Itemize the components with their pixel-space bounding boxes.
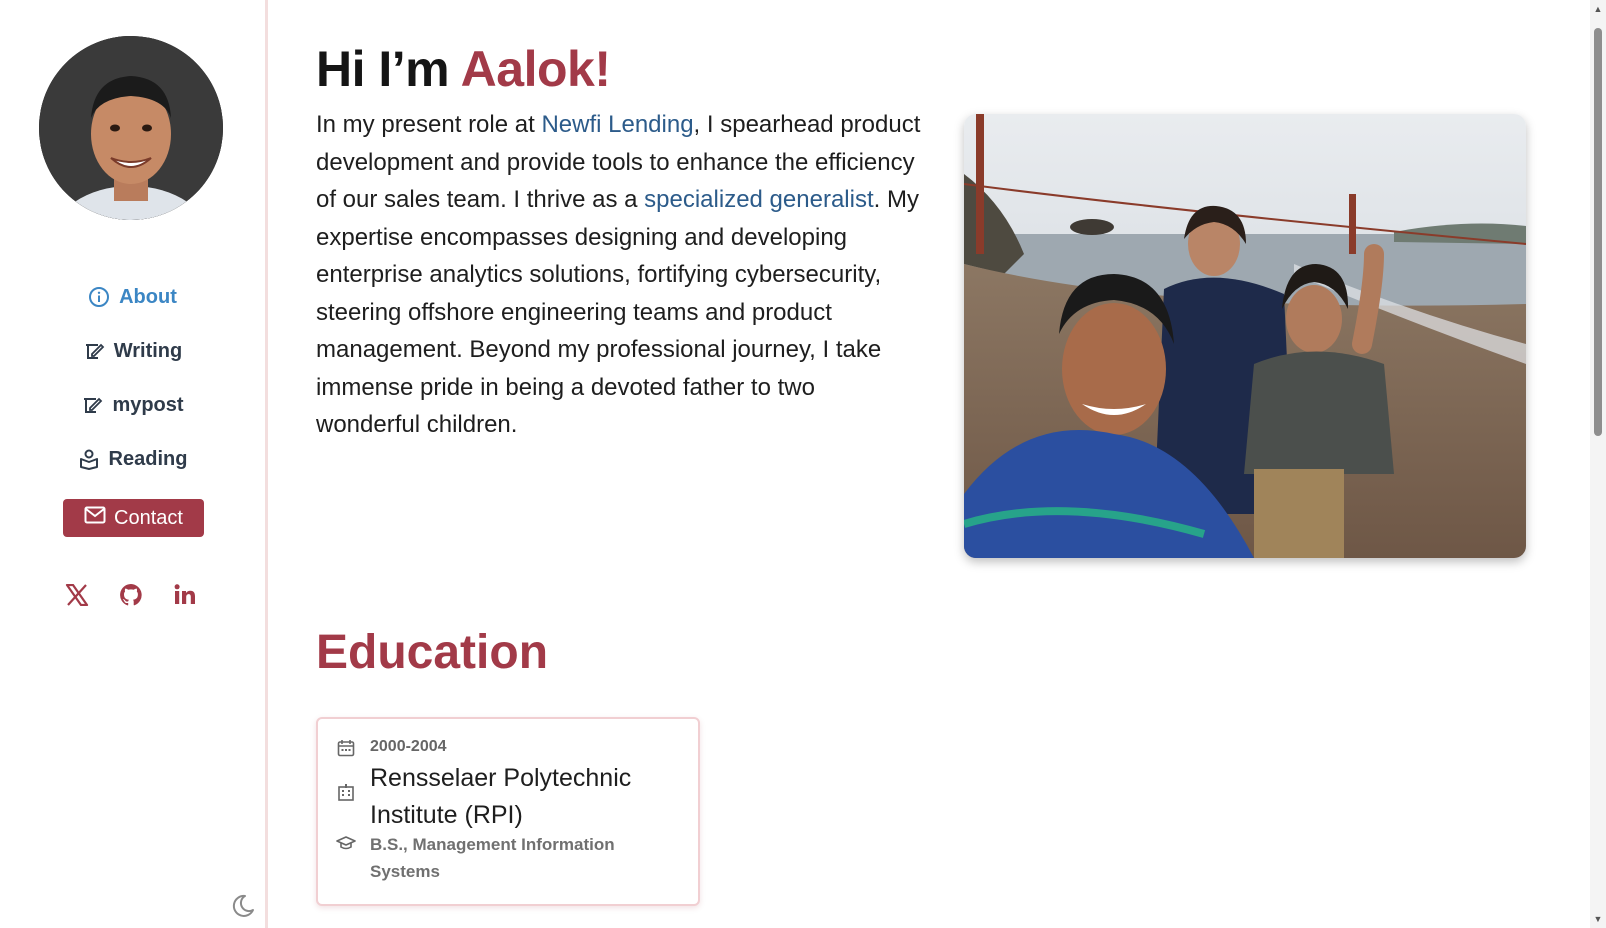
education-years-row: 2000-2004	[336, 738, 447, 758]
bio-text-1: In my present role at	[316, 111, 542, 138]
education-heading: Education	[316, 626, 549, 679]
education-degree-row: B.S., Management Information Systems	[336, 831, 660, 885]
scroll-down-icon[interactable]: ▼	[1593, 914, 1603, 924]
calendar-icon	[336, 738, 356, 758]
nav-item-mypost[interactable]: mypost	[0, 378, 265, 432]
education-years: 2000-2004	[370, 738, 447, 755]
write-icon	[83, 340, 105, 362]
page-scrollbar[interactable]: ▲ ▼	[1590, 0, 1606, 928]
education-card: 2000-2004 Rensselaer Polytechnic Institu…	[316, 717, 700, 906]
social-links	[64, 582, 198, 608]
main-content: Hi I’m Aalok! In my present role at Newf…	[316, 0, 1566, 928]
bio-text-3: . My expertise encompasses designing and…	[316, 186, 919, 438]
nav-item-about[interactable]: About	[0, 270, 265, 324]
greeting-text: Hi I’m	[316, 41, 461, 97]
nav-item-writing[interactable]: Writing	[0, 324, 265, 378]
info-icon	[88, 286, 110, 308]
nav-label-about: About	[119, 285, 177, 308]
name-text: Aalok!	[460, 41, 611, 97]
nav-label-writing: Writing	[113, 339, 183, 362]
avatar-portrait	[39, 36, 223, 220]
building-icon	[336, 782, 356, 802]
sidebar-nav: About Writing mypost Reading	[0, 270, 265, 486]
mail-icon	[84, 506, 106, 530]
bio-paragraph: In my present role at Newfi Lending, I s…	[316, 106, 921, 444]
avatar	[39, 36, 223, 220]
graduation-cap-icon	[336, 834, 356, 854]
scroll-up-icon[interactable]: ▲	[1593, 4, 1603, 14]
education-school: Rensselaer Polytechnic Institute (RPI)	[370, 764, 632, 829]
specialized-generalist-link[interactable]: specialized generalist	[644, 186, 873, 213]
write-icon	[81, 394, 103, 416]
github-icon[interactable]	[118, 582, 144, 608]
nav-label-reading: Reading	[108, 447, 188, 470]
family-photo	[964, 114, 1526, 558]
nav-item-reading[interactable]: Reading	[0, 432, 265, 486]
linkedin-icon[interactable]	[172, 582, 198, 608]
moon-icon[interactable]	[229, 893, 255, 919]
nav-label-mypost: mypost	[112, 393, 184, 416]
book-icon	[78, 448, 100, 470]
x-icon[interactable]	[64, 582, 90, 608]
education-school-row: Rensselaer Polytechnic Institute (RPI)	[336, 760, 690, 834]
contact-button[interactable]: Contact	[63, 499, 204, 537]
beach-photo-illustration	[964, 114, 1526, 558]
education-degree: B.S., Management Information Systems	[370, 835, 615, 881]
scrollbar-thumb[interactable]	[1594, 28, 1602, 436]
page-title: Hi I’m Aalok!	[316, 40, 611, 98]
contact-label: Contact	[114, 506, 183, 529]
sidebar: About Writing mypost Reading Contact	[0, 0, 268, 928]
newfi-lending-link[interactable]: Newfi Lending	[541, 111, 693, 138]
